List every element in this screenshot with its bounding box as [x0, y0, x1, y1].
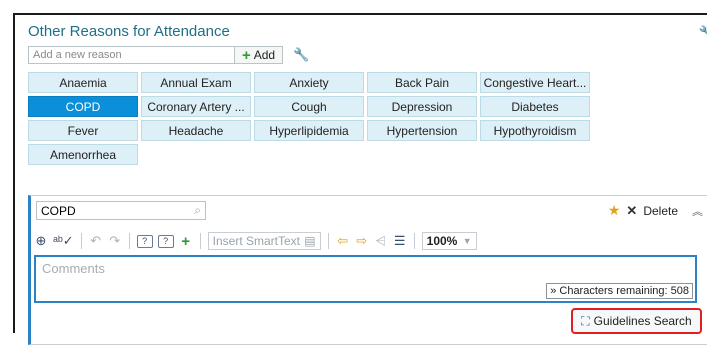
collapse-chevron-icon[interactable]: ︽ — [692, 203, 703, 219]
comments-textarea[interactable]: Comments » Characters remaining: 508 — [34, 255, 697, 303]
reason-search-input[interactable] — [41, 203, 195, 218]
favorite-star-icon[interactable]: ★ — [608, 202, 621, 219]
reason-chip[interactable]: Coronary Artery ... — [141, 96, 251, 117]
comments-placeholder: Comments — [42, 261, 105, 276]
guidelines-search-label: Guidelines Search — [593, 314, 692, 328]
search-icon: ⌕ — [194, 203, 201, 217]
new-reason-input[interactable] — [28, 46, 235, 64]
add-button[interactable]: + Add — [235, 46, 283, 64]
wrench-icon[interactable]: 🔧 — [293, 47, 309, 63]
reason-chip[interactable]: Congestive Heart... — [480, 72, 590, 93]
zoom-value: 100% — [426, 234, 458, 248]
characters-remaining: » Characters remaining: 508 — [546, 283, 693, 299]
reason-chip[interactable]: Hypothyroidism — [480, 120, 590, 141]
clear-field-icon[interactable]: ⩤ — [374, 233, 388, 249]
separator — [80, 233, 82, 249]
separator — [128, 233, 130, 249]
reason-chip[interactable]: Anaemia — [28, 72, 138, 93]
add-reason-row: + Add 🔧 — [28, 45, 309, 65]
insert-smarttext-field[interactable]: Insert SmartText ▤ — [207, 232, 321, 250]
zoom-select[interactable]: 100% ▼ — [421, 232, 477, 250]
guidelines-icon: ⛶ — [581, 313, 590, 328]
separator — [199, 233, 201, 249]
prev-field-arrow-icon[interactable]: ⇦ — [336, 233, 350, 249]
reason-chip[interactable]: Hypertension — [367, 120, 477, 141]
help-icon[interactable]: ? — [136, 234, 153, 248]
panel-title: Other Reasons for Attendance — [28, 23, 230, 40]
insert-list-icon[interactable]: ☰ — [393, 233, 407, 249]
reason-chip[interactable]: Anxiety — [254, 72, 364, 93]
spellcheck-icon[interactable]: ᵃᵇ✓ — [53, 233, 74, 249]
smarttext-placeholder: Insert SmartText — [212, 234, 300, 248]
comment-toolbar: ⊕ ᵃᵇ✓ ↶ ↷ ? ? + Insert SmartText ▤ ⇦ ⇨ ⩤… — [34, 230, 477, 252]
delete-label[interactable]: Delete — [643, 204, 678, 218]
smartphrase-help-icon[interactable]: ? — [157, 234, 174, 248]
reason-chip[interactable]: COPD — [28, 96, 138, 117]
redo-icon[interactable]: ↷ — [108, 233, 122, 249]
reasons-panel: Other Reasons for Attendance 🔧 + Add 🔧 A… — [13, 13, 707, 345]
add-button-label: Add — [253, 48, 276, 62]
reason-search-box[interactable]: ⌕ — [36, 201, 206, 220]
next-field-arrow-icon[interactable]: ⇨ — [355, 233, 369, 249]
insert-plus-icon[interactable]: + — [179, 233, 193, 250]
reason-chip[interactable]: Annual Exam — [141, 72, 251, 93]
reason-chip[interactable]: Diabetes — [480, 96, 590, 117]
selected-reason-detail: ⌕ ★ ✕ Delete ︽ ⊕ ᵃᵇ✓ ↶ ↷ ? ? + Insert Sm… — [28, 195, 707, 345]
wrench-icon[interactable]: 🔧 — [699, 25, 707, 41]
reason-chip[interactable]: Amenorrhea — [28, 144, 138, 165]
separator — [327, 233, 329, 249]
reason-chip[interactable]: Depression — [367, 96, 477, 117]
reason-grid: Anaemia Annual Exam Anxiety Back Pain Conges… — [28, 72, 590, 165]
smarttext-list-icon: ▤ — [304, 234, 316, 248]
reason-chip[interactable]: Cough — [254, 96, 364, 117]
delete-x-icon[interactable]: ✕ — [626, 203, 637, 219]
detail-actions: ★ ✕ Delete ︽ — [608, 202, 703, 219]
plus-icon: + — [241, 46, 251, 64]
chevron-down-icon: ▼ — [462, 236, 472, 246]
reason-chip[interactable]: Hyperlipidemia — [254, 120, 364, 141]
guidelines-search-button[interactable]: ⛶ Guidelines Search — [571, 308, 702, 334]
reason-chip[interactable]: Headache — [141, 120, 251, 141]
reason-chip[interactable]: Back Pain — [367, 72, 477, 93]
reason-chip[interactable]: Fever — [28, 120, 138, 141]
undo-icon[interactable]: ↶ — [89, 233, 103, 249]
zoom-in-icon[interactable]: ⊕ — [34, 233, 48, 249]
separator — [413, 233, 415, 249]
